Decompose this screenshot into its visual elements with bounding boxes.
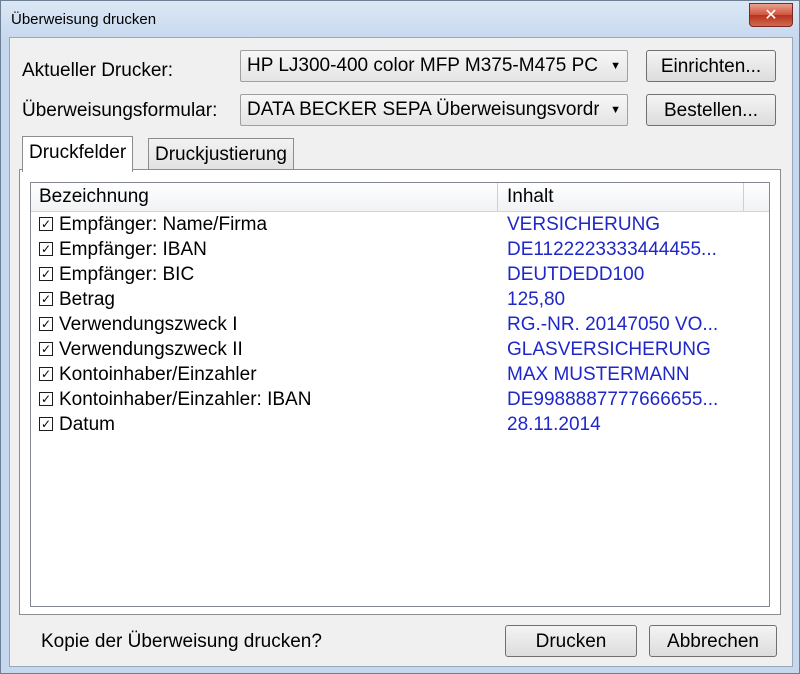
printer-select-value: HP LJ300-400 color MFP M375-M475 PC — [247, 55, 598, 76]
form-label: Überweisungsformular: — [22, 100, 218, 121]
list-item[interactable]: ✓ Datum 28.11.2014 — [31, 412, 769, 437]
list-header: Bezeichnung Inhalt — [31, 183, 769, 212]
list-item[interactable]: ✓ Kontoinhaber/Einzahler: IBAN DE998888777… — [31, 387, 769, 412]
row-checkbox[interactable]: ✓ — [39, 217, 53, 231]
checkmark-icon: ✓ — [40, 242, 52, 256]
tab-druckfelder[interactable]: Druckfelder — [22, 136, 134, 172]
window-title: Überweisung drucken — [11, 11, 157, 28]
list-item[interactable]: ✓ Verwendungszweck II GLASVERSICHERUNG — [31, 337, 769, 362]
row-value: DE1122223333444455... — [507, 239, 717, 260]
row-name: Betrag — [59, 289, 115, 310]
row-name: Verwendungszweck II — [59, 339, 243, 360]
tab-druckjustierung[interactable]: Druckjustierung — [148, 138, 294, 172]
print-fields-list[interactable]: Bezeichnung Inhalt ✓ Empfänger: Name/Firm… — [30, 182, 770, 607]
title-bar[interactable]: Überweisung drucken ✕ — [1, 1, 799, 37]
printer-label: Aktueller Drucker: — [22, 60, 173, 81]
row-checkbox[interactable]: ✓ — [39, 317, 53, 331]
column-separator[interactable] — [743, 183, 744, 211]
tab-panel: Bezeichnung Inhalt ✓ Empfänger: Name/Firm… — [19, 169, 781, 615]
checkmark-icon: ✓ — [40, 367, 52, 381]
close-icon: ✕ — [764, 7, 778, 24]
column-header-bezeichnung[interactable]: Bezeichnung — [39, 183, 149, 211]
checkmark-icon: ✓ — [40, 392, 52, 406]
row-value: VERSICHERUNG — [507, 214, 661, 235]
form-select[interactable]: DATA BECKER SEPA Überweisungsvordruck ▼ — [240, 94, 628, 126]
row-name: Kontoinhaber/Einzahler — [59, 364, 257, 385]
copy-checkbox-label[interactable]: Kopie der Überweisung drucken? — [41, 631, 322, 653]
row-checkbox[interactable]: ✓ — [39, 267, 53, 281]
dialog-window: Überweisung drucken ✕ Aktueller Drucker:… — [0, 0, 800, 674]
list-item[interactable]: ✓ Betrag 125,80 — [31, 287, 769, 312]
checkmark-icon: ✓ — [40, 267, 52, 281]
column-separator[interactable] — [497, 183, 498, 211]
order-form-button[interactable]: Bestellen... — [646, 94, 776, 126]
checkmark-icon: ✓ — [40, 317, 52, 331]
form-select-value: DATA BECKER SEPA Überweisungsvordruck — [247, 99, 599, 120]
row-value: GLASVERSICHERUNG — [507, 339, 711, 360]
list-item[interactable]: ✓ Empfänger: Name/Firma VERSICHERUNG — [31, 212, 769, 237]
row-value: MAX MUSTERMANN — [507, 364, 690, 385]
cancel-button[interactable]: Abbrechen — [649, 625, 777, 657]
checkmark-icon: ✓ — [40, 342, 52, 356]
row-value: 28.11.2014 — [507, 414, 601, 435]
list-item[interactable]: ✓ Kontoinhaber/Einzahler MAX MUSTERMANN — [31, 362, 769, 387]
row-value: 125,80 — [507, 289, 566, 310]
checkmark-icon: ✓ — [40, 417, 52, 431]
list-item[interactable]: ✓ Verwendungszweck I RG.-NR. 20147050 VO..… — [31, 312, 769, 337]
row-name: Datum — [59, 414, 115, 435]
row-checkbox[interactable]: ✓ — [39, 242, 53, 256]
row-name: Empfänger: Name/Firma — [59, 214, 268, 235]
row-checkbox[interactable]: ✓ — [39, 292, 53, 306]
list-item[interactable]: ✓ Empfänger: IBAN DE1122223333444455... — [31, 237, 769, 262]
printer-select[interactable]: HP LJ300-400 color MFP M375-M475 PC ▼ — [240, 50, 628, 82]
row-name: Verwendungszweck I — [59, 314, 238, 335]
row-checkbox[interactable]: ✓ — [39, 417, 53, 431]
chevron-down-icon: ▼ — [610, 104, 621, 116]
row-checkbox[interactable]: ✓ — [39, 342, 53, 356]
row-checkbox[interactable]: ✓ — [39, 392, 53, 406]
row-value: RG.-NR. 20147050 VO... — [507, 314, 719, 335]
setup-printer-button[interactable]: Einrichten... — [646, 50, 776, 82]
column-header-inhalt[interactable]: Inhalt — [507, 183, 553, 211]
row-name: Empfänger: IBAN — [59, 239, 207, 260]
row-value: DEUTDEDD100 — [507, 264, 645, 285]
row-name: Empfänger: BIC — [59, 264, 195, 285]
row-name: Kontoinhaber/Einzahler: IBAN — [59, 389, 312, 410]
checkmark-icon: ✓ — [40, 217, 52, 231]
row-checkbox[interactable]: ✓ — [39, 367, 53, 381]
checkmark-icon: ✓ — [40, 292, 52, 306]
chevron-down-icon: ▼ — [610, 60, 621, 72]
list-item[interactable]: ✓ Empfänger: BIC DEUTDEDD100 — [31, 262, 769, 287]
print-button[interactable]: Drucken — [505, 625, 637, 657]
close-button[interactable]: ✕ — [749, 3, 793, 27]
row-value: DE9988887777666655... — [507, 389, 719, 410]
